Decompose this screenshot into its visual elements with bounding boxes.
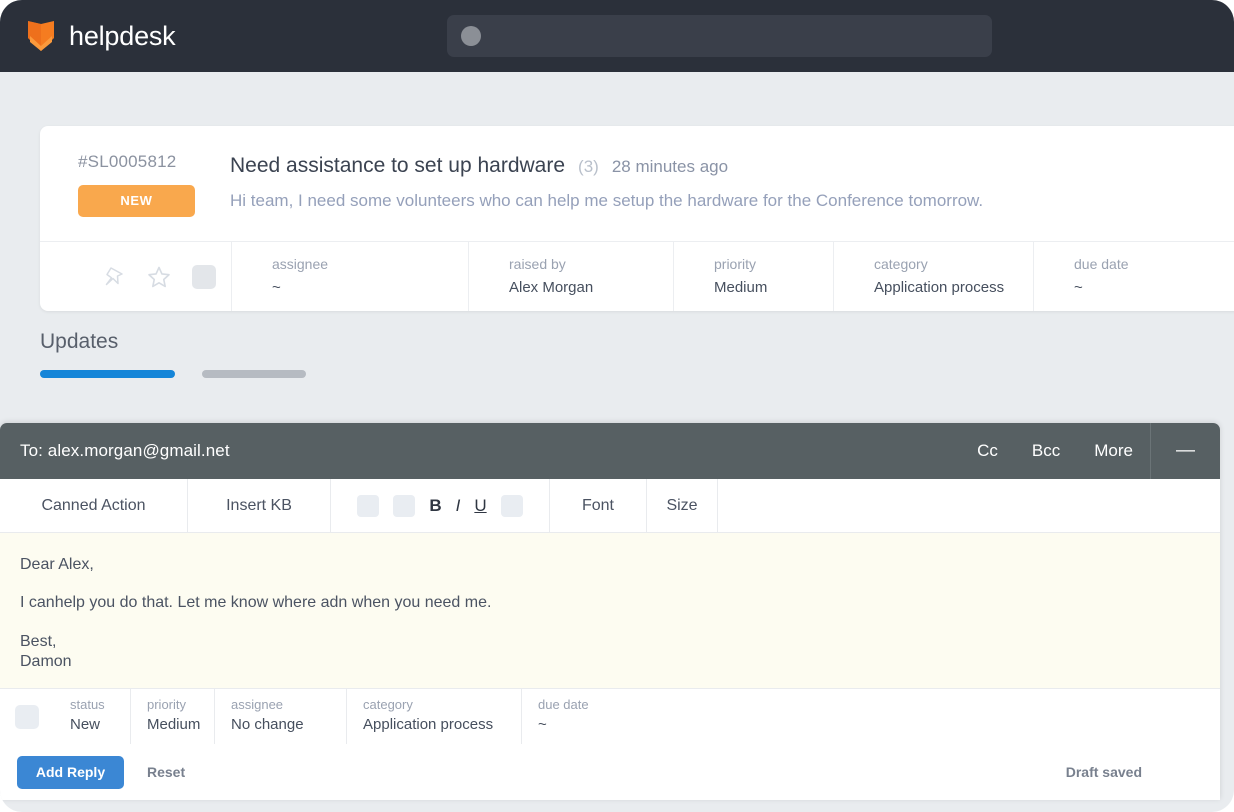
meta-value: ~	[272, 279, 281, 296]
meta-value: Alex Morgan	[509, 279, 594, 296]
reply-meta-label: due date	[538, 697, 589, 712]
compose-header: To: alex.morgan@gmail.net Cc Bcc More —	[0, 423, 1220, 479]
search-input[interactable]	[447, 15, 992, 57]
meta-value: Application process	[874, 279, 1005, 296]
reply-field-status[interactable]: status New	[54, 689, 131, 744]
editor-toolbar: Canned Action Insert KB B I U Font Size	[0, 479, 1220, 533]
text-color-icon[interactable]	[500, 494, 523, 517]
app-window: helpdesk #SL0005812 NEW Need assistance …	[0, 0, 1234, 812]
ticket-description: Hi team, I need some volunteers who can …	[230, 191, 984, 210]
search-icon	[461, 26, 481, 46]
meta-field-due-date[interactable]: due date ~	[1034, 242, 1234, 311]
meta-label: due date	[1074, 256, 1129, 272]
reply-meta-checkbox-cell	[0, 689, 54, 744]
select-checkbox[interactable]	[15, 704, 39, 729]
tab-indicator-active[interactable]	[40, 370, 175, 378]
reply-field-assignee[interactable]: assignee No change	[215, 689, 347, 744]
minimize-icon[interactable]: —	[1150, 423, 1220, 479]
brand-logo-area[interactable]: helpdesk	[26, 20, 176, 52]
compose-header-actions: Cc Bcc More —	[960, 423, 1220, 479]
reply-meta-label: status	[70, 697, 105, 712]
size-selector[interactable]: Size	[647, 479, 718, 532]
updates-tab-indicators	[40, 370, 306, 378]
reply-meta-row: status New priority Medium assignee No c…	[0, 688, 1220, 744]
top-navigation-bar: helpdesk	[0, 0, 1234, 72]
reply-meta-value: No change	[231, 716, 304, 733]
reply-meta-label: priority	[147, 697, 187, 712]
body-signature: Damon	[20, 653, 72, 671]
helpdesk-shield-icon	[28, 21, 54, 51]
updates-section: Updates	[40, 330, 306, 378]
text-format-group: B I U	[331, 479, 550, 532]
body-greeting: Dear Alex,	[20, 556, 94, 573]
font-selector[interactable]: Font	[550, 479, 647, 532]
reply-field-category[interactable]: category Application process	[347, 689, 522, 744]
canned-action-button[interactable]: Canned Action	[0, 479, 188, 532]
meta-field-raised-by[interactable]: raised by Alex Morgan	[469, 242, 674, 311]
ticket-title-row: Need assistance to set up hardware (3) 2…	[230, 154, 1234, 178]
reply-field-priority[interactable]: priority Medium	[131, 689, 215, 744]
status-badge[interactable]: NEW	[78, 185, 195, 217]
underline-button[interactable]: U	[474, 496, 486, 516]
reply-compose-panel: To: alex.morgan@gmail.net Cc Bcc More — …	[0, 423, 1220, 800]
reply-body-editor[interactable]: Dear Alex, I canhelp you do that. Let me…	[0, 533, 1220, 688]
reply-meta-value: ~	[538, 716, 547, 733]
ticket-meta-row: assignee ~ raised by Alex Morgan priorit…	[40, 241, 1234, 311]
meta-label: priority	[714, 256, 757, 272]
meta-field-priority[interactable]: priority Medium	[674, 242, 834, 311]
reply-meta-label: assignee	[231, 697, 284, 712]
reset-button[interactable]: Reset	[147, 764, 185, 780]
more-actions-icon[interactable]	[192, 264, 216, 289]
ticket-summary-card: #SL0005812 NEW Need assistance to set up…	[40, 126, 1234, 311]
more-button[interactable]: More	[1077, 441, 1150, 461]
insert-kb-button[interactable]: Insert KB	[188, 479, 331, 532]
compose-footer: Add Reply Reset Draft saved	[0, 744, 1220, 800]
draft-status-text: Draft saved	[1065, 764, 1142, 780]
meta-value: Medium	[714, 279, 768, 296]
bold-button[interactable]: B	[429, 496, 441, 516]
body-paragraph: I canhelp you do that. Let me know where…	[20, 594, 492, 612]
meta-value: ~	[1074, 279, 1083, 296]
reply-meta-value: Medium	[147, 716, 201, 733]
meta-field-assignee[interactable]: assignee ~	[232, 242, 469, 311]
add-reply-button[interactable]: Add Reply	[17, 755, 124, 789]
ticket-icon-actions	[40, 242, 232, 311]
meta-label: category	[874, 256, 928, 272]
brand-name: helpdesk	[69, 20, 176, 51]
bcc-button[interactable]: Bcc	[1015, 441, 1077, 461]
star-icon[interactable]	[146, 264, 172, 290]
ticket-timestamp: 28 minutes ago	[611, 157, 729, 176]
ticket-title[interactable]: Need assistance to set up hardware	[230, 154, 565, 178]
meta-label: assignee	[272, 256, 329, 272]
meta-label: raised by	[509, 256, 566, 272]
redo-icon[interactable]	[393, 494, 416, 517]
ticket-id-column: #SL0005812 NEW	[40, 152, 230, 217]
pin-icon[interactable]	[102, 265, 126, 289]
reply-count: (3)	[578, 157, 599, 176]
compose-to-field[interactable]: To: alex.morgan@gmail.net	[20, 441, 230, 461]
undo-icon[interactable]	[357, 494, 380, 517]
ticket-header: #SL0005812 NEW Need assistance to set up…	[40, 126, 1234, 241]
ticket-id: #SL0005812	[78, 152, 177, 171]
reply-meta-value: New	[70, 716, 101, 733]
body-signoff: Best,	[20, 632, 57, 650]
cc-button[interactable]: Cc	[960, 441, 1015, 461]
ticket-main-column: Need assistance to set up hardware (3) 2…	[230, 152, 1234, 217]
tab-indicator-inactive[interactable]	[202, 370, 306, 378]
reply-field-due-date[interactable]: due date ~	[522, 689, 722, 744]
meta-field-category[interactable]: category Application process	[834, 242, 1034, 311]
italic-button[interactable]: I	[456, 496, 461, 516]
reply-meta-label: category	[363, 697, 413, 712]
updates-heading: Updates	[40, 330, 119, 353]
reply-meta-value: Application process	[363, 716, 494, 733]
